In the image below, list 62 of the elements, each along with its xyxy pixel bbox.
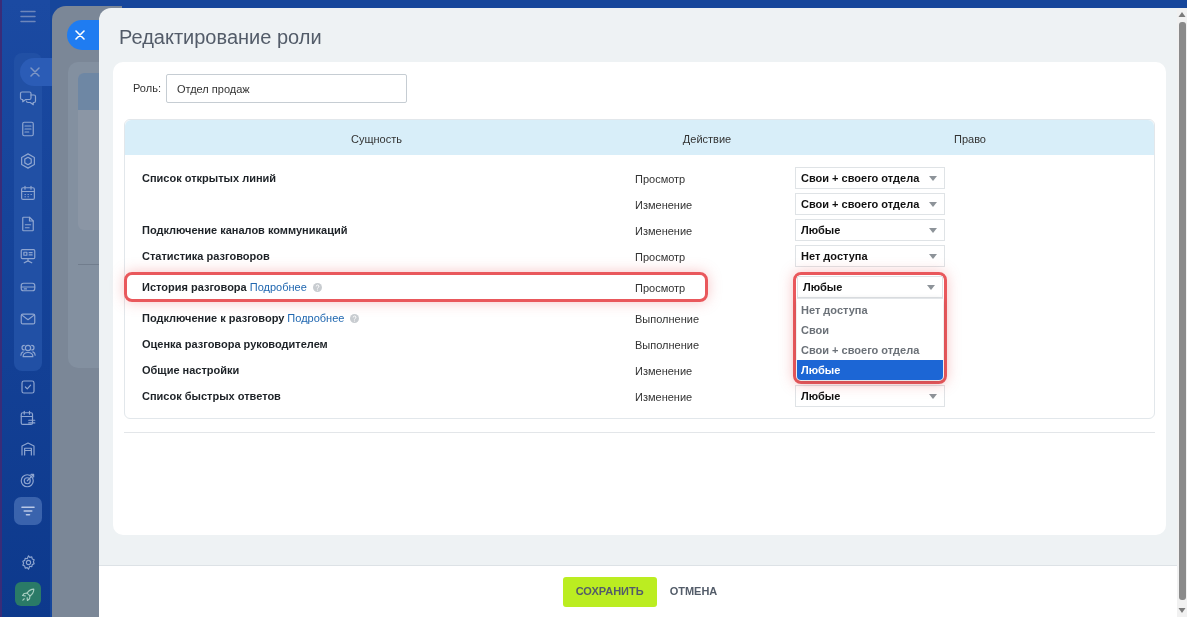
settings-icon [19,553,37,571]
cancel-button[interactable]: ОТМЕНА [669,576,718,607]
caret-icon [929,393,937,399]
calendar-icon [19,183,37,202]
entity-name: Подключение к разговору [142,310,285,326]
action-name: Изменение [635,391,693,403]
caret-icon [929,253,937,259]
details-link[interactable]: Подробнее [249,278,307,296]
dialog-title: Редактирование роли [119,25,322,49]
action-name: Изменение [635,365,693,377]
caret-icon [927,284,935,290]
dropdown-option[interactable]: Свои + своего отдела [797,340,943,360]
caret-icon [929,227,937,233]
permission-select[interactable]: Нет доступа [795,245,945,267]
column-header: Право [954,132,986,145]
field-label: Роль: [133,81,161,97]
entity-name: Подключение каналов коммуникаций [142,222,348,238]
close-icon [30,67,40,77]
help-icon[interactable] [350,313,360,323]
check-square-icon [19,377,37,396]
action-name: Выполнение [635,339,700,351]
calendar-list-icon [19,408,37,427]
permission-select[interactable]: Свои + своего отдела [795,193,945,215]
action-name: Просмотр [635,251,686,263]
column-header: Сущность [351,132,402,145]
entity-name: Список открытых линий [142,170,277,186]
action-name: Просмотр [635,282,686,294]
action-name: Просмотр [635,173,686,185]
permission-select[interactable]: Любые [795,385,945,407]
sidebar-item[interactable] [15,582,41,606]
permission-select[interactable]: Свои + своего отдела [795,167,945,189]
action-name: Изменение [635,199,693,211]
chat-icon [19,88,37,107]
document-icon [19,120,37,139]
help-icon[interactable] [312,282,322,292]
dropdown-option[interactable]: Свои [797,320,943,340]
caret-icon [929,201,937,207]
entity-name: Список быстрых ответов [142,388,281,404]
close-button[interactable] [20,58,52,86]
entity-name: Общие настройки [142,362,240,378]
save-button[interactable]: СОХРАНИТЬ [562,576,657,607]
menu-icon[interactable] [20,9,36,23]
permission-select[interactable]: Любые [797,276,943,298]
column-header: Действие [682,132,732,145]
caret-icon [929,175,937,181]
close-button[interactable] [67,20,99,50]
presentation-board-icon [19,246,37,265]
role-name-field[interactable]: Отдел продаж [165,74,407,103]
entity-name: Оценка разговора руководителем [142,336,328,352]
close-icon [75,30,85,40]
permission-select[interactable]: Любые [795,219,945,241]
entity-name: История разговора [142,279,247,295]
hexagon-icon [19,152,37,170]
page-icon [19,215,37,234]
action-name: Изменение [635,225,693,237]
sidebar-item[interactable] [14,496,42,525]
dropdown-option[interactable]: Нет доступа [797,300,943,320]
entity-name: Статистика разговоров [142,248,270,264]
dropdown-option[interactable]: Любые [797,360,943,380]
action-name: Выполнение [635,313,700,325]
details-link[interactable]: Подробнее [287,309,345,327]
scrollbar[interactable] [1177,8,1187,617]
